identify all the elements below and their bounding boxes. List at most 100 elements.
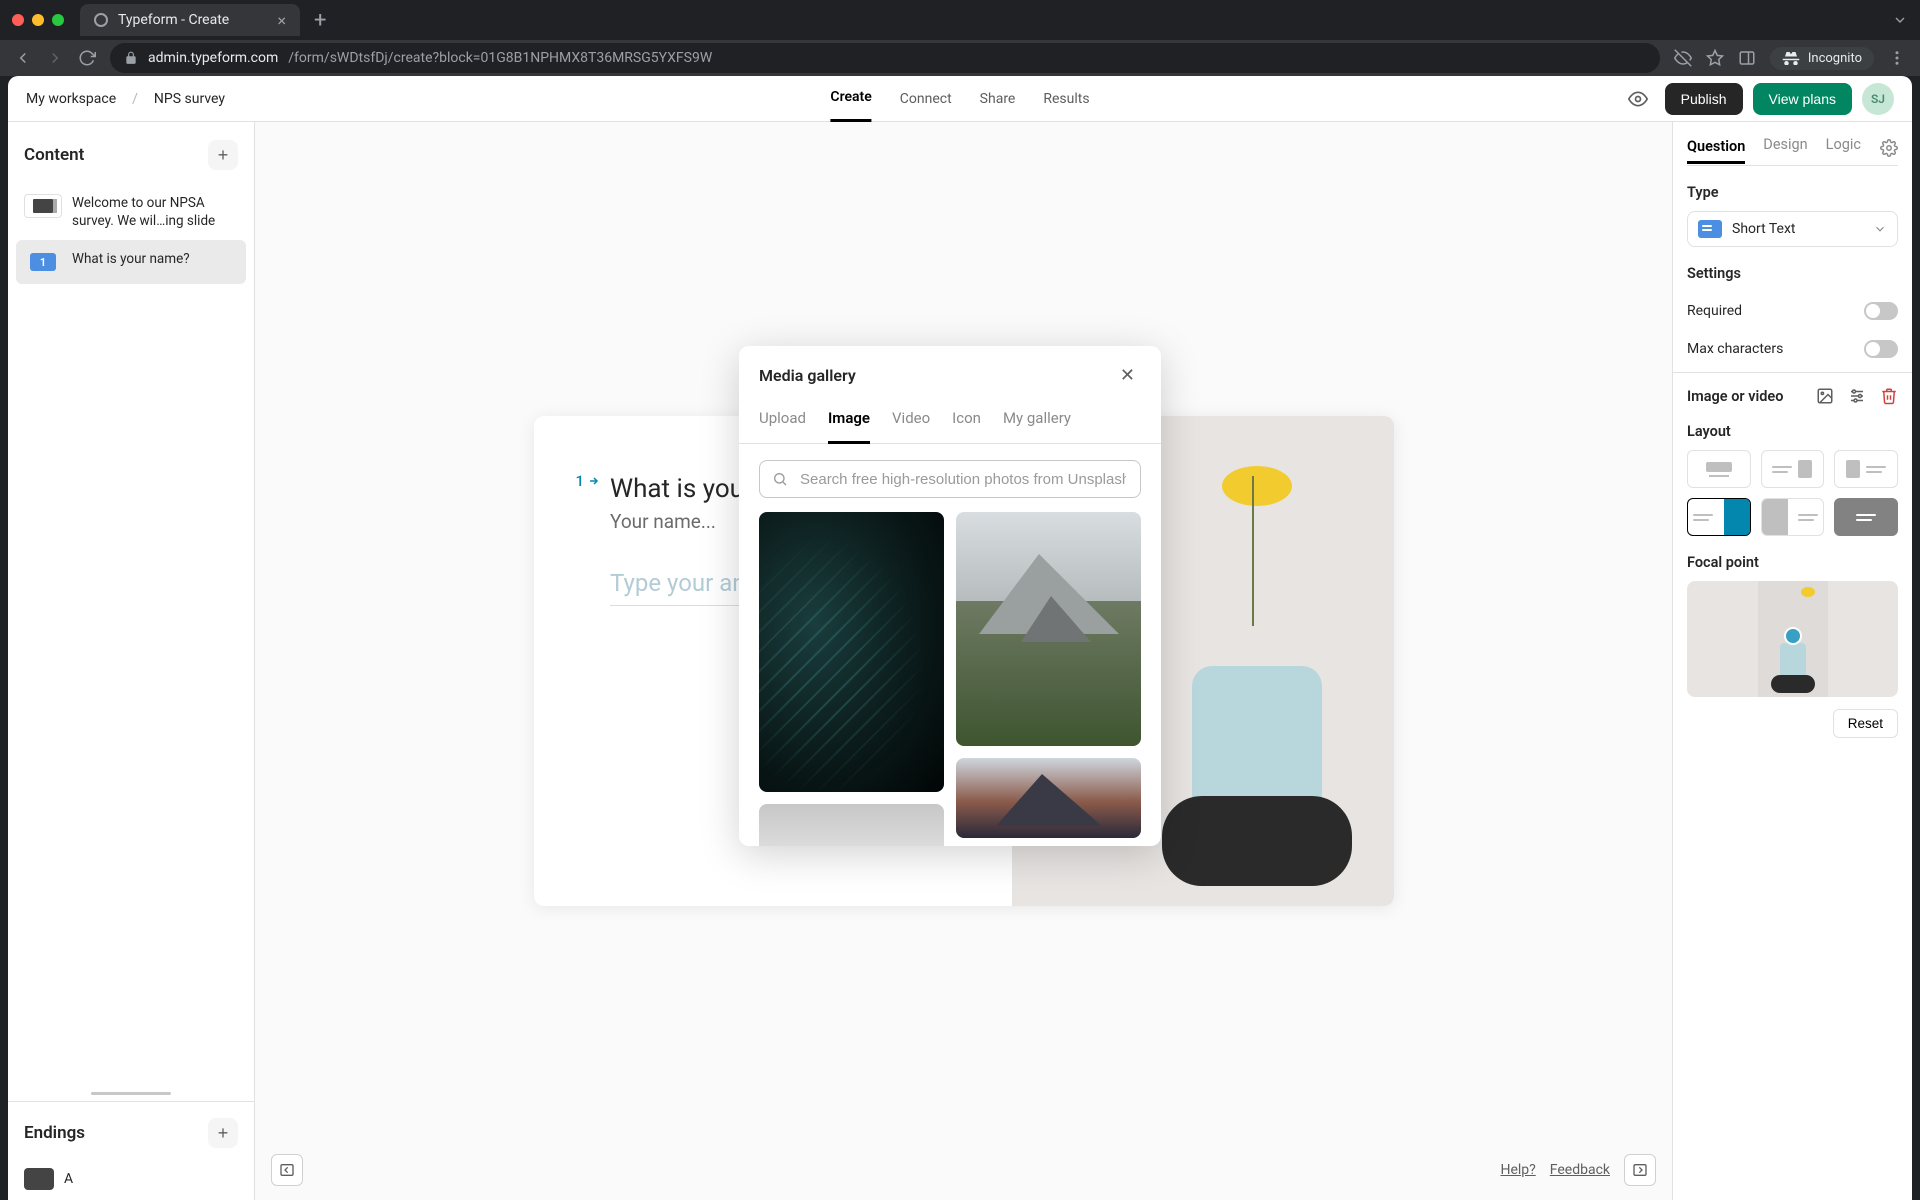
- focal-point-handle[interactable]: [1784, 627, 1802, 645]
- canvas: 1 What is your name Your name... Type yo…: [255, 122, 1672, 1200]
- lock-icon: [124, 51, 138, 65]
- image-search-input[interactable]: [798, 470, 1128, 489]
- image-icon[interactable]: [1816, 387, 1834, 405]
- close-window-icon[interactable]: [12, 14, 24, 26]
- required-toggle[interactable]: [1864, 302, 1898, 320]
- star-icon[interactable]: [1706, 49, 1724, 67]
- panel-left-icon: [279, 1162, 295, 1178]
- ending-item[interactable]: A: [8, 1158, 254, 1200]
- layout-left-text[interactable]: [1761, 450, 1825, 488]
- content-item-label: What is your name?: [72, 250, 190, 268]
- browser-tab[interactable]: Typeform - Create ×: [80, 4, 300, 36]
- address-bar[interactable]: admin.typeform.com/form/sWDtsfDj/create?…: [110, 43, 1660, 73]
- settings-label: Settings: [1687, 265, 1898, 282]
- media-gallery-modal: Media gallery ✕ Upload Image Video Icon …: [739, 346, 1161, 846]
- tabs-overflow-icon[interactable]: [1892, 12, 1908, 28]
- focal-point-editor[interactable]: [1687, 581, 1898, 697]
- image-search[interactable]: [759, 460, 1141, 498]
- inspector-tab-design[interactable]: Design: [1763, 136, 1807, 159]
- tab-results[interactable]: Results: [1043, 76, 1089, 122]
- modal-tab-video[interactable]: Video: [892, 399, 930, 443]
- layout-right-text[interactable]: [1834, 450, 1898, 488]
- layout-options: [1687, 450, 1898, 536]
- feedback-link[interactable]: Feedback: [1550, 1162, 1610, 1178]
- maxchars-label: Max characters: [1687, 341, 1783, 357]
- inspector-tab-logic[interactable]: Logic: [1826, 136, 1861, 159]
- layout-left-text-full[interactable]: [1687, 498, 1751, 536]
- content-item-label: Welcome to our NPSA survey. We wil…ing s…: [72, 194, 238, 230]
- type-select[interactable]: Short Text: [1687, 211, 1898, 247]
- setting-required: Required: [1687, 292, 1898, 330]
- modal-tab-image[interactable]: Image: [828, 399, 870, 444]
- modal-tab-upload[interactable]: Upload: [759, 399, 806, 443]
- incognito-badge[interactable]: Incognito: [1770, 47, 1874, 70]
- reset-button[interactable]: Reset: [1833, 709, 1898, 738]
- layout-background[interactable]: [1834, 498, 1898, 536]
- maxchars-toggle[interactable]: [1864, 340, 1898, 358]
- publish-button[interactable]: Publish: [1665, 83, 1743, 115]
- arrow-right-icon: [588, 475, 600, 487]
- content-panel: Content + Welcome to our NPSA survey. We…: [8, 122, 255, 1200]
- trash-icon[interactable]: [1880, 387, 1898, 405]
- sliders-icon[interactable]: [1848, 387, 1866, 405]
- eye-off-icon[interactable]: [1674, 49, 1692, 67]
- layout-stack[interactable]: [1687, 450, 1751, 488]
- image-result[interactable]: [956, 512, 1141, 746]
- add-ending-button[interactable]: +: [208, 1118, 238, 1148]
- ending-letter: A: [64, 1171, 73, 1187]
- endings-title: Endings: [24, 1123, 85, 1143]
- image-results: [759, 512, 1141, 846]
- panel-icon[interactable]: [1738, 49, 1756, 67]
- tab-connect[interactable]: Connect: [900, 76, 952, 122]
- inspector-tab-question[interactable]: Question: [1687, 138, 1745, 164]
- image-result[interactable]: [759, 804, 944, 846]
- welcome-slide-thumb: [24, 194, 62, 218]
- setting-maxchars: Max characters: [1687, 330, 1898, 368]
- new-tab-button[interactable]: +: [308, 8, 332, 33]
- layout-right-text-full[interactable]: [1761, 498, 1825, 536]
- question-number: 1: [576, 472, 585, 490]
- tab-favicon: [94, 13, 108, 27]
- tab-share[interactable]: Share: [980, 76, 1016, 122]
- url-host: admin.typeform.com: [148, 50, 278, 66]
- topbar: My workspace / NPS survey Create Connect…: [8, 76, 1912, 122]
- inspector-panel: Question Design Logic Type Short Text Se…: [1672, 122, 1912, 1200]
- image-result[interactable]: [956, 758, 1141, 838]
- view-plans-button[interactable]: View plans: [1753, 83, 1852, 115]
- panel-resize-handle[interactable]: [91, 1092, 171, 1095]
- focal-label: Focal point: [1687, 554, 1898, 571]
- canvas-footer: Help? Feedback: [271, 1154, 1656, 1186]
- preview-button[interactable]: [1621, 82, 1655, 116]
- content-item-question-1[interactable]: 1 What is your name?: [16, 240, 246, 284]
- breadcrumb-workspace[interactable]: My workspace: [26, 91, 116, 107]
- modal-tabs: Upload Image Video Icon My gallery: [739, 399, 1161, 444]
- reload-icon[interactable]: [78, 49, 96, 67]
- collapse-right-button[interactable]: [1624, 1154, 1656, 1186]
- collapse-left-button[interactable]: [271, 1154, 303, 1186]
- eye-icon: [1628, 89, 1648, 109]
- help-link[interactable]: Help?: [1500, 1162, 1535, 1178]
- minimize-window-icon[interactable]: [32, 14, 44, 26]
- tab-create[interactable]: Create: [830, 76, 871, 122]
- question-index: 1: [576, 472, 601, 490]
- short-text-icon: [1698, 220, 1722, 238]
- image-result[interactable]: [759, 512, 944, 792]
- add-content-button[interactable]: +: [208, 140, 238, 170]
- question-number-badge: 1: [30, 253, 56, 271]
- window-controls[interactable]: [12, 14, 72, 26]
- gear-icon[interactable]: [1880, 139, 1898, 157]
- panel-right-icon: [1632, 1162, 1648, 1178]
- kebab-icon[interactable]: [1888, 49, 1906, 67]
- avatar[interactable]: SJ: [1862, 83, 1894, 115]
- modal-tab-icon[interactable]: Icon: [952, 399, 981, 443]
- modal-tab-mygallery[interactable]: My gallery: [1003, 399, 1071, 443]
- close-tab-icon[interactable]: ×: [277, 11, 286, 30]
- app: My workspace / NPS survey Create Connect…: [8, 76, 1912, 1200]
- forward-icon: [46, 49, 64, 67]
- maximize-window-icon[interactable]: [52, 14, 64, 26]
- url-path: /form/sWDtsfDj/create?block=01G8B1NPHMX8…: [288, 50, 712, 66]
- modal-close-button[interactable]: ✕: [1114, 364, 1141, 387]
- content-item-welcome[interactable]: Welcome to our NPSA survey. We wil…ing s…: [16, 184, 246, 240]
- back-icon[interactable]: [14, 49, 32, 67]
- breadcrumb-form[interactable]: NPS survey: [154, 91, 225, 107]
